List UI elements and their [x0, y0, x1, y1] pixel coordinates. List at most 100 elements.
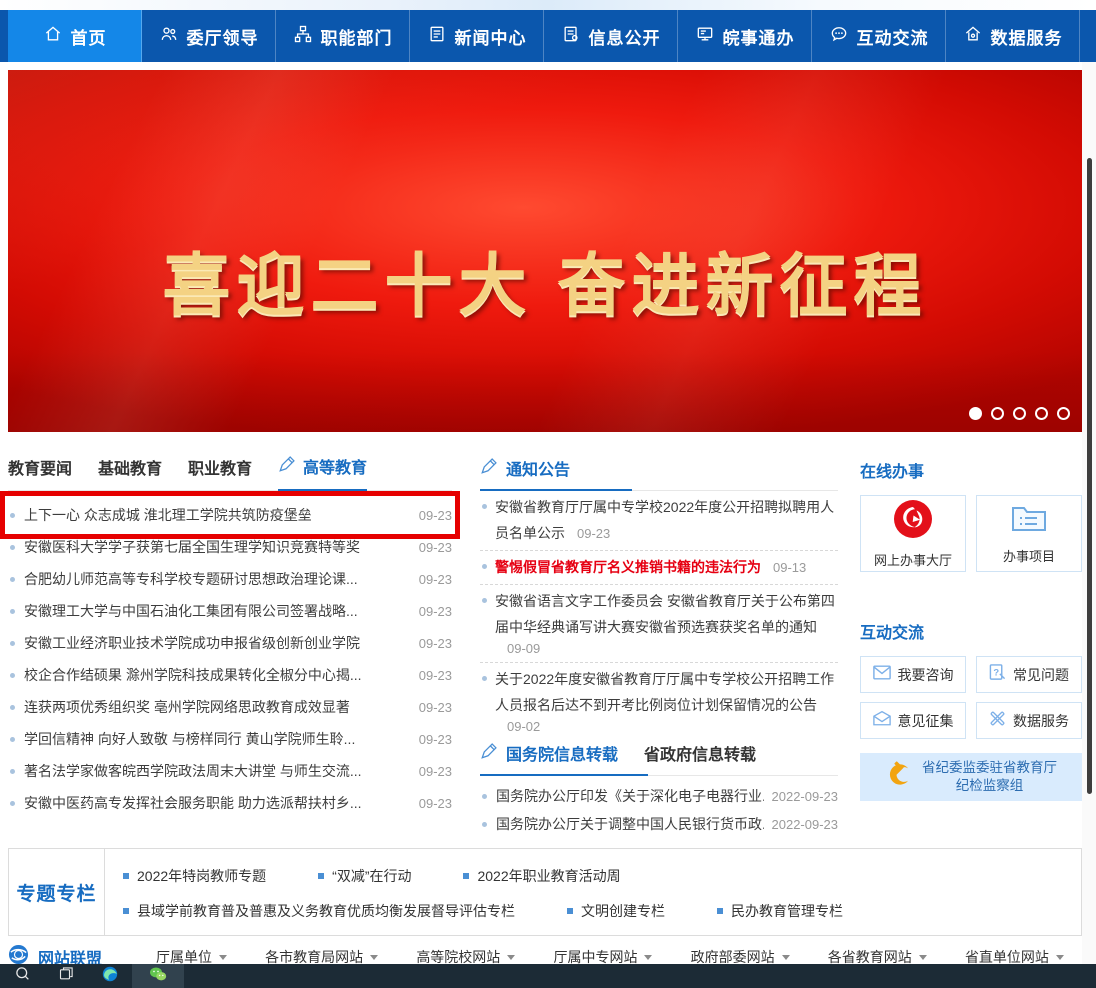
- news-item[interactable]: 安徽医科大学学子获第七届全国生理学知识竞赛特等奖 09-23: [8, 531, 452, 563]
- special-topics-links: 2022年特岗教师专题 “双减”在行动 2022年职业教育活动周 县域学前教育普…: [105, 849, 1081, 935]
- tab-provincial-gov-info[interactable]: 省政府信息转载: [644, 741, 756, 775]
- nav-label: 新闻中心: [455, 24, 527, 49]
- bullet: [482, 822, 487, 827]
- nav-item-home[interactable]: 首页: [8, 10, 142, 62]
- taskbar-task-view-button[interactable]: [44, 964, 88, 988]
- nav-item-info-disclosure[interactable]: 信息公开: [544, 10, 678, 62]
- bullet: [10, 513, 15, 518]
- news-item[interactable]: 安徽理工大学与中国石油化工集团有限公司签署战略... 09-23: [8, 595, 452, 627]
- feedback-button[interactable]: 意见征集: [860, 702, 966, 739]
- service-hall-logo: [893, 499, 933, 544]
- bullet: [482, 598, 487, 603]
- chevron-down-icon: [507, 955, 515, 960]
- news-item[interactable]: 合肥幼儿师范高等专科学校专题研讨思想政治理论课... 09-23: [8, 563, 452, 595]
- carousel-dot-1[interactable]: [969, 407, 982, 420]
- notice-title-tab[interactable]: 通知公告: [480, 456, 570, 490]
- topic-link[interactable]: 2022年职业教育活动周: [463, 866, 620, 886]
- carousel-dot-4[interactable]: [1035, 407, 1048, 420]
- news-item[interactable]: 安徽工业经济职业技术学院成功申报省级创新创业学院 09-23: [8, 627, 452, 659]
- carousel-dot-2[interactable]: [991, 407, 1004, 420]
- topic-link[interactable]: “双减”在行动: [318, 866, 411, 886]
- hero-banner[interactable]: 喜迎二十大 奋进新征程: [8, 70, 1082, 432]
- main-nav: 首页 委厅领导 职能部门 新闻中心 信息公开 皖事通办 互动交流 数据服务: [0, 10, 1096, 62]
- taskbar-wechat-button[interactable]: [132, 964, 184, 988]
- square-bullet: [318, 873, 324, 879]
- news-list: 上下一心 众志成城 淮北理工学院共筑防疫堡垒 09-23 安徽医科大学学子获第七…: [8, 491, 452, 819]
- notice-item[interactable]: 关于2022年度安徽省教育厅厅属中专学校公开招聘工作人员报名后达不到开考比例岗位…: [480, 663, 838, 737]
- top-strip: [0, 0, 1096, 10]
- discipline-inspection-banner[interactable]: 省纪委监委驻省教育厅纪检监察组: [860, 753, 1082, 801]
- square-bullet: [567, 908, 573, 914]
- bullet: [482, 676, 487, 681]
- consult-button[interactable]: 我要咨询: [860, 656, 966, 693]
- news-item[interactable]: 校企合作结硕果 滁州学院科技成果转化全椒分中心揭... 09-23: [8, 659, 452, 691]
- search-icon: [15, 966, 30, 986]
- banner-headline: 喜迎二十大 奋进新征程: [8, 230, 1082, 329]
- nav-item-departments[interactable]: 职能部门: [276, 10, 410, 62]
- bullet: [10, 545, 15, 550]
- news-item[interactable]: 连获两项优秀组织奖 亳州学院网络思政教育成效显著 09-23: [8, 691, 452, 723]
- topic-link[interactable]: 民办教育管理专栏: [717, 901, 843, 921]
- wechat-icon: [149, 966, 167, 987]
- special-topics-section: 专题专栏 2022年特岗教师专题 “双减”在行动 2022年职业教育活动周 县域…: [8, 848, 1082, 936]
- nav-item-wanshi-tongban[interactable]: 皖事通办: [678, 10, 812, 62]
- pencil-ruler-icon: [989, 710, 1006, 732]
- card-service-hall[interactable]: 网上办事大厅: [860, 495, 966, 572]
- chevron-down-icon: [1056, 955, 1064, 960]
- card-service-projects[interactable]: 办事项目: [976, 495, 1082, 572]
- data-house-icon: [963, 24, 983, 49]
- nav-item-leaders[interactable]: 委厅领导: [142, 10, 276, 62]
- nav-item-interaction[interactable]: 互动交流: [812, 10, 946, 62]
- data-service-button[interactable]: 数据服务: [976, 702, 1082, 739]
- scrollbar-thumb[interactable]: [1087, 158, 1092, 794]
- sidebar: 在线办事 网上办事大厅 办事项目 互动交流 我要咨询 ?: [860, 458, 1082, 801]
- home-icon: [43, 24, 63, 49]
- tab-vocational-education[interactable]: 职业教育: [188, 455, 252, 490]
- bullet: [10, 577, 15, 582]
- people-icon: [159, 24, 179, 49]
- carousel-dot-3[interactable]: [1013, 407, 1026, 420]
- taskbar-edge-button[interactable]: [88, 964, 132, 988]
- edge-icon: [102, 966, 118, 987]
- square-bullet: [123, 908, 129, 914]
- org-chart-icon: [293, 24, 313, 49]
- nav-label: 职能部门: [321, 24, 393, 49]
- gov-tabs: 国务院信息转载 省政府信息转载: [480, 740, 838, 776]
- mail-icon: [873, 665, 891, 685]
- nav-item-data-service[interactable]: 数据服务: [946, 10, 1080, 62]
- tab-basic-education[interactable]: 基础教育: [98, 455, 162, 490]
- page: 首页 委厅领导 职能部门 新闻中心 信息公开 皖事通办 互动交流 数据服务: [0, 0, 1096, 988]
- bullet: [482, 564, 487, 569]
- news-item[interactable]: 安徽中医药高专发挥社会服务职能 助力选派帮扶村乡... 09-23: [8, 787, 452, 819]
- news-item[interactable]: 学回信精神 向好人致敬 与榜样同行 黄山学院师生聆... 09-23: [8, 723, 452, 755]
- open-mail-icon: [873, 710, 891, 731]
- square-bullet: [463, 873, 469, 879]
- tab-state-council-info[interactable]: 国务院信息转载: [480, 741, 618, 775]
- bullet: [482, 504, 487, 509]
- notice-item-alert[interactable]: 警惕假冒省教育厅名义推销书籍的违法行为09-13: [480, 551, 838, 585]
- faq-button[interactable]: ? 常见问题: [976, 656, 1082, 693]
- chevron-down-icon: [219, 955, 227, 960]
- topic-link[interactable]: 文明创建专栏: [567, 901, 665, 921]
- nav-item-news-center[interactable]: 新闻中心: [410, 10, 544, 62]
- news-item[interactable]: 著名法学家做客皖西学院政法周末大讲堂 与师生交流... 09-23: [8, 755, 452, 787]
- bullet: [10, 801, 15, 806]
- topic-link[interactable]: 2022年特岗教师专题: [123, 866, 266, 886]
- tab-education-news[interactable]: 教育要闻: [8, 455, 72, 490]
- topic-link[interactable]: 县域学前教育普及普惠及义务教育优质均衡发展督导评估专栏: [123, 901, 515, 921]
- bullet: [10, 769, 15, 774]
- gov-list: 国务院办公厅印发《关于深化电子电器行业... 2022-09-23 国务院办公厅…: [480, 776, 838, 838]
- taskbar-search-button[interactable]: [0, 964, 44, 988]
- notice-item[interactable]: 安徽省教育厅厅属中专学校2022年度公开招聘拟聘用人员名单公示09-23: [480, 491, 838, 551]
- monitor-icon: [695, 24, 715, 49]
- carousel-dot-5[interactable]: [1057, 407, 1070, 420]
- gov-item[interactable]: 国务院办公厅印发《关于深化电子电器行业... 2022-09-23: [480, 782, 838, 810]
- chevron-down-icon: [370, 955, 378, 960]
- active-tab-underline: [480, 774, 648, 776]
- chevron-down-icon: [644, 955, 652, 960]
- gov-item[interactable]: 国务院办公厅关于调整中国人民银行货币政... 2022-09-23: [480, 810, 838, 838]
- tab-higher-education[interactable]: 高等教育: [278, 454, 367, 491]
- notice-item[interactable]: 安徽省语言文字工作委员会 安徽省教育厅关于公布第四届中华经典诵写讲大赛安徽省预选…: [480, 585, 838, 663]
- news-item-highlighted[interactable]: 上下一心 众志成城 淮北理工学院共筑防疫堡垒 09-23: [8, 499, 452, 531]
- gov-info-section: 国务院信息转载 省政府信息转载 国务院办公厅印发《关于深化电子电器行业... 2…: [480, 740, 838, 838]
